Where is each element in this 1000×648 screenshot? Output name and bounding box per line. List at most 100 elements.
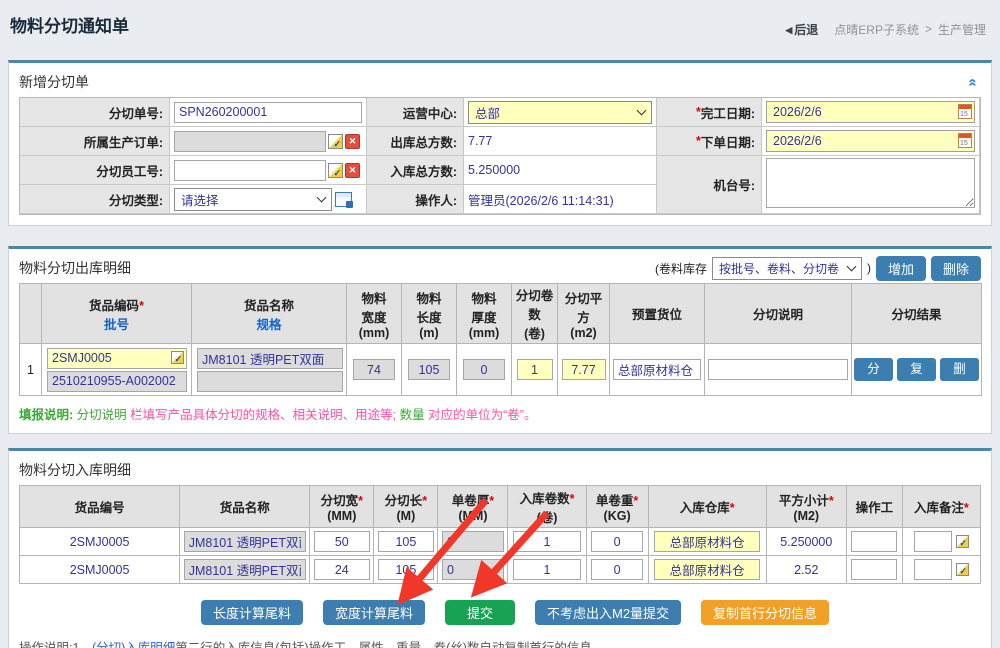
picker-icon[interactable] [171,351,184,364]
prod-order-input[interactable] [174,131,326,152]
cut-type-label: 分切类型: [20,185,170,214]
stock-suffix: ) [867,261,871,275]
operator-input[interactable] [851,531,897,552]
back-icon [785,22,792,36]
code-text: 2SMJ0005 [20,556,180,584]
row-delete-button[interactable]: 删除 [940,358,979,381]
cut-length-input[interactable] [378,531,434,552]
fill-note: 填报说明: 分切说明 栏填写产品具体分切的规格、相关说明、用途等; 数量 对应的… [19,404,981,423]
picker-icon[interactable] [956,535,969,548]
chevron-down-icon [637,105,647,115]
section-title-outbound: 物料分切出库明细 [19,258,131,278]
order-no-input[interactable] [174,102,362,123]
col-area-subtotal: 平方小计*(M2) [766,486,846,528]
rolls-input[interactable] [517,359,553,380]
outbound-panel: 物料分切出库明细 (卷料库存 按批号、卷料、分切卷 ) 增加 删除 货品编码* … [8,246,992,434]
name-input[interactable] [197,348,343,369]
finish-date-label: *完工日期: [657,98,762,127]
order-date-input[interactable]: 2026/2/6 [766,130,975,152]
location-input[interactable] [613,359,701,380]
section-title-inbound: 物料分切入库明细 [19,460,131,480]
col-name: 货品名称 [180,486,310,528]
col-name: 货品名称 规格 [192,284,347,344]
roll-weight-input[interactable] [591,531,643,552]
in-rolls-input[interactable] [513,531,581,552]
section-title-new-order: 新增分切单 [19,72,89,92]
delete-row-button[interactable]: 删除 [931,256,981,281]
picker-icon[interactable] [328,163,343,178]
cut-width-input[interactable] [314,531,370,552]
action-bar: 长度计算尾料 宽度计算尾料 提交 不考虑出入M2量提交 复制首行分切信息 [19,600,981,625]
roll-weight-input[interactable] [591,559,643,580]
cutter-input[interactable] [174,160,326,181]
page-title: 物料分切通知单 [10,12,129,37]
col-code: 货品编号 [20,486,180,528]
code-text: 2SMJ0005 [20,528,180,556]
batch-input[interactable] [47,371,187,392]
name-input[interactable] [184,531,306,552]
chevron-down-icon [317,192,327,202]
code-input[interactable] [47,348,187,369]
cut-length-input[interactable] [378,559,434,580]
add-row-button[interactable]: 增加 [876,256,926,281]
finish-date-input[interactable]: 2026/2/6 [766,101,975,123]
roll-thick-input[interactable] [442,559,504,580]
cut-width-input[interactable] [314,559,370,580]
spec-link[interactable]: 规格 [194,314,344,333]
crumb-separator: > [925,22,932,36]
center-select[interactable]: 总部 [468,101,652,124]
calc-length-tail-button[interactable]: 长度计算尾料 [201,600,303,625]
col-cut-width: 分切宽*(MM) [310,486,374,528]
remark-input[interactable] [914,531,952,552]
operator-value: 管理员(2026/2/6 11:14:31) [468,190,614,209]
collapse-icon[interactable] [964,78,981,86]
calc-width-tail-button[interactable]: 宽度计算尾料 [323,600,425,625]
width-input[interactable] [353,359,395,380]
operator-input[interactable] [851,559,897,580]
calendar-icon[interactable] [958,104,972,119]
in-rolls-input[interactable] [513,559,581,580]
picker-icon[interactable] [328,134,343,149]
top-bar: 物料分切通知单 后退 点晴ERP子系统 > 生产管理 [0,0,1000,48]
submit-ignore-m2-button[interactable]: 不考虑出入M2量提交 [535,600,681,625]
col-operator: 操作工 [846,486,902,528]
copy-first-row-button[interactable]: 复制首行分切信息 [701,600,829,625]
desc-input[interactable] [708,359,848,380]
operation-note: 操作说明:1、(分切)入库明细第二行的入库信息(包括)操作工、属性、重量、卷(丝… [19,637,981,648]
row-index: 1 [20,344,42,396]
warehouse-input[interactable] [654,531,760,552]
batch-link[interactable]: 批号 [44,314,189,333]
cut-type-select[interactable]: 请选择 [174,188,332,211]
stock-mode-select[interactable]: 按批号、卷料、分切卷 [712,257,862,280]
col-desc: 分切说明 [705,284,852,344]
machine-textarea[interactable] [766,158,975,208]
crumb-page[interactable]: 生产管理 [938,21,986,38]
new-order-panel: 新增分切单 分切单号: 运营中心: 总部 *完工日期: 2026/2/6 所属生… [8,60,992,226]
length-input[interactable] [408,359,450,380]
crumb-app[interactable]: 点晴ERP子系统 [834,21,919,38]
thick-input[interactable] [463,359,505,380]
calendar-icon[interactable] [958,133,972,148]
outbound-row: 1 [20,344,982,396]
notes-icon[interactable] [335,192,352,207]
clear-icon[interactable] [345,134,360,149]
col-remark: 入库备注* [902,486,980,528]
order-date-label: *下单日期: [657,127,762,156]
operator-label: 操作人: [367,185,464,214]
spec-input[interactable] [197,371,343,392]
inbound-table: 货品编号 货品名称 分切宽*(MM) 分切长*(M) 单卷厚*(MM) 入库卷数… [19,485,981,584]
cut-button[interactable]: 分切 [854,358,893,381]
area-input[interactable] [562,359,606,380]
roll-thick-input[interactable] [442,531,504,552]
back-button[interactable]: 后退 [785,21,818,38]
picker-icon[interactable] [956,563,969,576]
submit-button[interactable]: 提交 [445,600,515,625]
clear-icon[interactable] [345,163,360,178]
remark-input[interactable] [914,559,952,580]
order-form: 分切单号: 运营中心: 总部 *完工日期: 2026/2/6 所属生产订单: 出… [19,97,981,215]
rewind-button[interactable]: 复卷 [897,358,936,381]
name-input[interactable] [184,559,306,580]
warehouse-input[interactable] [654,559,760,580]
col-code: 货品编码* 批号 [42,284,192,344]
prod-order-label: 所属生产订单: [20,127,170,156]
